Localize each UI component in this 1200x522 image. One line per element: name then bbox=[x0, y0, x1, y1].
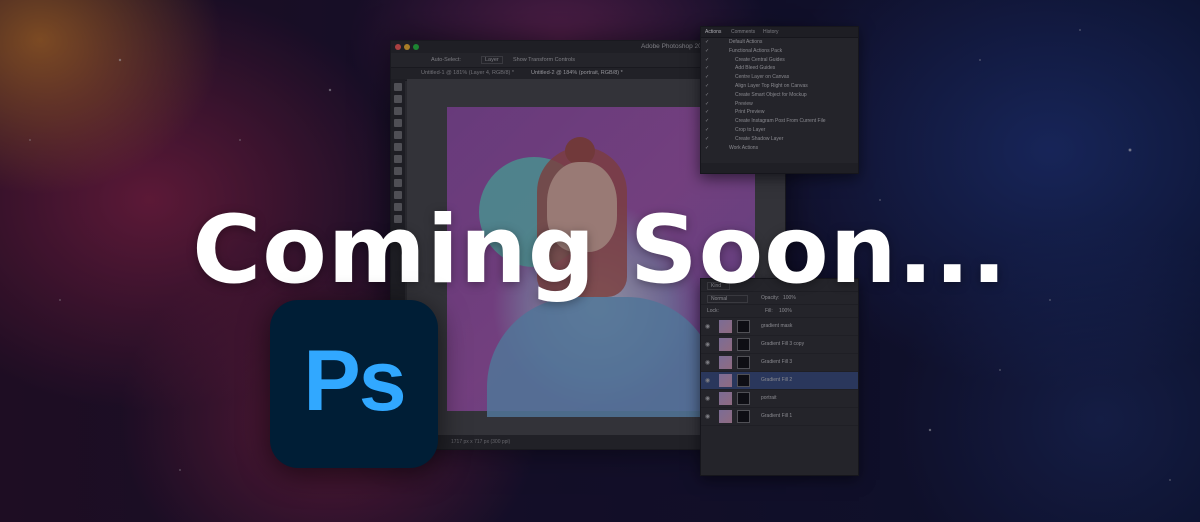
photoshop-logo: Ps bbox=[270, 300, 438, 468]
photoshop-logo-text: Ps bbox=[303, 333, 406, 429]
coming-soon-headline: Coming Soon... bbox=[192, 196, 1008, 305]
